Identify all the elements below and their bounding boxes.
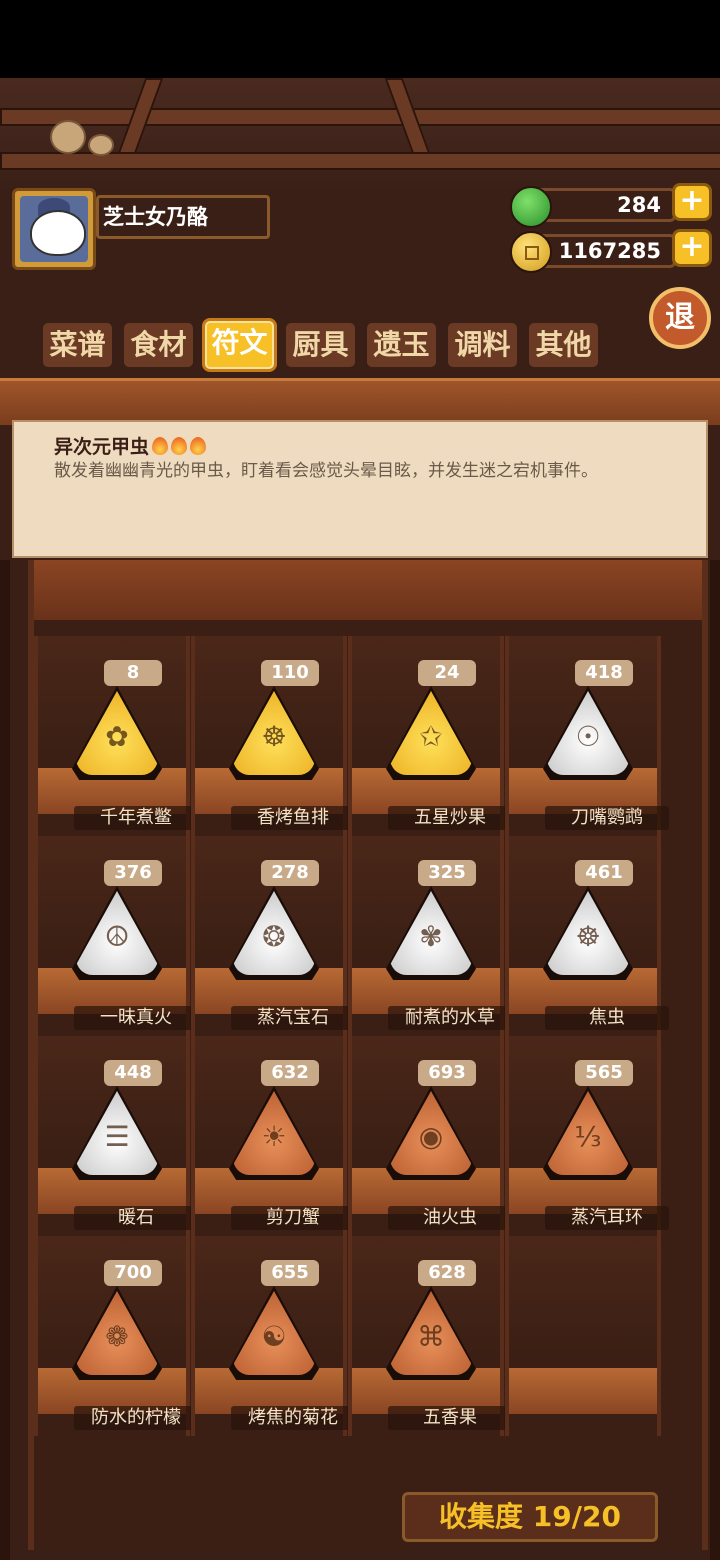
roof-beam [0,152,720,170]
rune-count: 110 [261,660,319,686]
rune-cell[interactable]: ☸ 110 香烤鱼排 [191,636,355,836]
rune-count: 376 [104,860,162,886]
tab-recipes[interactable]: 菜谱 [40,320,115,370]
jade-icon [510,186,552,228]
rune-name: 焦虫 [545,1006,669,1030]
coin-icon [510,231,552,273]
rune-glyph-icon: ✾ [419,920,443,953]
description-panel: 异次元甲虫 散发着幽幽青光的甲虫，盯着看会感觉头晕目眩，并发生迷之宕机事件。 [12,420,708,558]
rune-name: 油火虫 [388,1206,512,1230]
rune-cell[interactable]: ✿ 8 千年煮鳖 [34,636,198,836]
rune-cell[interactable]: ⅓ 565 蒸汽耳环 [505,1036,669,1236]
rune-glyph-icon: ⌘ [417,1320,445,1353]
rune-count: 325 [418,860,476,886]
shelf-top [0,378,720,425]
rune-name: 蒸汽宝石 [231,1006,355,1030]
rune-glyph-icon: ❂ [262,920,286,953]
tab-seasoning[interactable]: 调料 [445,320,520,370]
rune-cell[interactable]: ⌘ 628 五香果 [348,1236,512,1436]
rune-cell[interactable]: ✾ 325 耐煮的水草 [348,836,512,1036]
tab-kitchenware[interactable]: 厨具 [283,320,358,370]
rune-cell[interactable]: ☉ 418 刀嘴鹦鹉 [505,636,669,836]
cat-face-icon [30,210,86,256]
tab-ingredients[interactable]: 食材 [121,320,196,370]
rune-name: 暖石 [74,1206,198,1230]
rune-name: 烤焦的菊花 [231,1406,355,1430]
rune-name: 五香果 [388,1406,512,1430]
rune-name: 防水的柠檬 [74,1406,198,1430]
rune-name: 千年煮鳖 [74,806,198,830]
rune-glyph-icon: ☸ [261,720,287,753]
rune-glyph-icon: ❁ [105,1320,129,1353]
item-description: 散发着幽幽青光的甲虫，盯着看会感觉头晕目眩，并发生迷之宕机事件。 [54,461,598,481]
rune-cell[interactable]: ❂ 278 蒸汽宝石 [191,836,355,1036]
player-name: 芝士女乃酪 [96,195,270,239]
rune-cell[interactable]: ◉ 693 油火虫 [348,1036,512,1236]
rune-name: 一昧真火 [74,1006,198,1030]
tab-runes[interactable]: 符文 [202,318,277,372]
empty-rune-cell [505,1236,661,1436]
rune-name: 剪刀蟹 [231,1206,355,1230]
rune-name: 五星炒果 [388,806,512,830]
rune-count: 448 [104,1060,162,1086]
rune-glyph-icon: ☯ [261,1320,287,1353]
rune-cell[interactable]: ☸ 461 焦虫 [505,836,669,1036]
rune-glyph-icon: ✩ [419,720,443,753]
rune-glyph-icon: ☉ [575,720,601,753]
side-rail [710,560,720,1560]
status-bar [0,0,720,78]
collection-progress: 收集度 19/20 [402,1492,658,1542]
category-tabs: 菜谱 食材 符文 厨具 遗玉 调料 其他 [40,318,601,372]
rune-count: 565 [575,1060,633,1086]
flame-icon [152,437,169,455]
rune-glyph-icon: ☮ [104,920,130,953]
rune-glyph-icon: ☸ [575,920,601,953]
rune-glyph-icon: ☰ [104,1120,130,1153]
rune-count: 278 [261,860,319,886]
rune-count: 700 [104,1260,162,1286]
chick-decoration [50,120,86,154]
tab-other[interactable]: 其他 [526,320,601,370]
rune-glyph-icon: ☀ [261,1120,287,1153]
roof-beam [0,108,720,126]
rune-name: 香烤鱼排 [231,806,355,830]
exit-button[interactable]: 退 [649,287,711,349]
side-rail [0,560,10,1560]
rune-cell[interactable]: ✩ 24 五星炒果 [348,636,512,836]
chick-decoration [88,134,114,156]
rune-cell[interactable]: ☰ 448 暖石 [34,1036,198,1236]
avatar-image [20,196,88,262]
rune-count: 418 [575,660,633,686]
kitchen-background [0,78,720,188]
rune-cell[interactable]: ☯ 655 烤焦的菊花 [191,1236,355,1436]
rune-count: 24 [418,660,476,686]
flame-icon [190,437,207,455]
rune-glyph-icon: ✿ [105,720,129,753]
rune-name: 刀嘴鹦鹉 [545,806,669,830]
item-title: 异次元甲虫 [54,432,666,459]
rune-cell[interactable]: ☀ 632 剪刀蟹 [191,1036,355,1236]
add-coins-button[interactable]: + [672,229,712,267]
rune-glyph-icon: ⅓ [574,1120,602,1153]
flame-icon [171,437,188,455]
cell-shelf [509,1368,657,1414]
rune-glyph-icon: ◉ [418,1120,444,1153]
rune-count: 628 [418,1260,476,1286]
rune-count: 693 [418,1060,476,1086]
player-avatar[interactable] [12,188,96,270]
rune-count: 655 [261,1260,319,1286]
rune-count: 8 [104,660,162,686]
rune-name: 耐煮的水草 [388,1006,512,1030]
rune-count: 632 [261,1060,319,1086]
rune-cell[interactable]: ❁ 700 防水的柠檬 [34,1236,198,1436]
item-name: 异次元甲虫 [54,436,150,458]
cabinet-header [34,560,702,620]
rune-name: 蒸汽耳环 [545,1206,669,1230]
add-jade-button[interactable]: + [672,183,712,221]
rune-cell[interactable]: ☮ 376 一昧真火 [34,836,198,1036]
rune-count: 461 [575,860,633,886]
tab-jade[interactable]: 遗玉 [364,320,439,370]
